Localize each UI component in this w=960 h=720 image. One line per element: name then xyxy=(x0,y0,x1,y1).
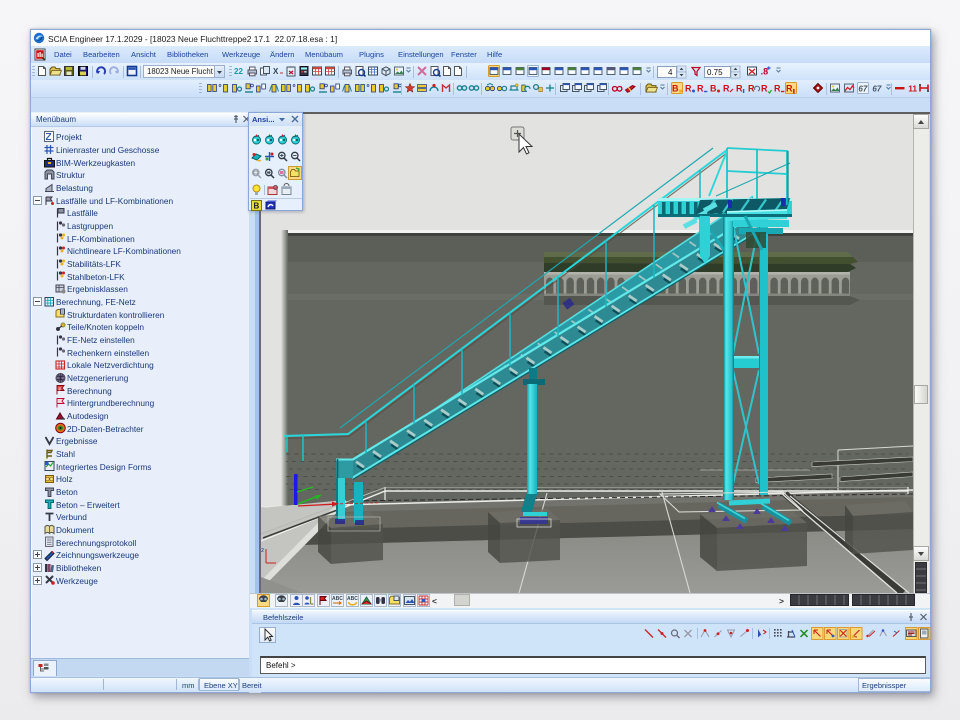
svg-text:ABC: ABC xyxy=(347,596,358,602)
svg-text:B: B xyxy=(710,84,717,94)
svg-text:B: B xyxy=(254,202,260,211)
svg-text:67: 67 xyxy=(858,84,867,93)
svg-text:o: o xyxy=(219,83,222,89)
svg-text:R: R xyxy=(748,84,755,94)
svg-text:o: o xyxy=(366,83,369,89)
svg-text:R: R xyxy=(697,84,704,94)
svg-text:R: R xyxy=(786,84,793,94)
svg-text:11: 11 xyxy=(908,84,917,94)
svg-text:X: X xyxy=(273,67,279,76)
svg-text:ABC: ABC xyxy=(332,596,343,602)
svg-text:.8: .8 xyxy=(761,66,769,76)
svg-text:R: R xyxy=(774,84,781,94)
svg-text:z: z xyxy=(261,547,264,554)
svg-text:R: R xyxy=(736,84,743,94)
svg-text:B: B xyxy=(672,84,679,94)
svg-text:R: R xyxy=(685,84,692,94)
svg-text:o: o xyxy=(293,83,296,89)
svg-text:R: R xyxy=(723,84,730,94)
svg-text:67: 67 xyxy=(872,84,881,93)
svg-text:R: R xyxy=(761,84,768,94)
svg-text:22: 22 xyxy=(234,67,243,76)
